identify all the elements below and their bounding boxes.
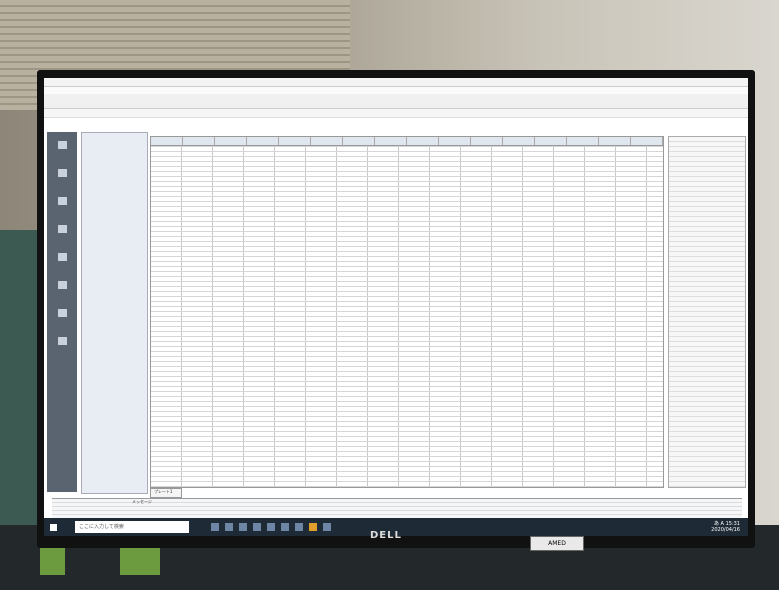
message-pane: メッセージ [52, 498, 742, 518]
taskbar-search-input[interactable]: ここに入力して検索 [75, 521, 189, 533]
nav-item[interactable] [47, 272, 77, 300]
nav-icon [57, 281, 67, 289]
monitor-sticker: AMED [530, 536, 584, 551]
nav-item[interactable] [47, 328, 77, 356]
app-icon[interactable] [309, 523, 317, 531]
secondary-toolbar [44, 109, 748, 118]
sticky-note [120, 545, 160, 575]
app-icon[interactable] [281, 523, 289, 531]
nav-item[interactable] [47, 300, 77, 328]
sticky-note [40, 545, 65, 575]
dell-logo: DELL [370, 530, 402, 541]
windows-start-icon[interactable] [50, 523, 57, 531]
nav-item[interactable] [47, 160, 77, 188]
app-icon[interactable] [295, 523, 303, 531]
nav-item[interactable] [47, 132, 77, 160]
edge-icon[interactable] [225, 523, 233, 531]
nav-icon [57, 253, 67, 261]
monitor-screen: プレート1 メッセージ [44, 78, 748, 518]
app-toolbar [44, 94, 748, 109]
clock-date: 2020/04/16 [711, 527, 740, 533]
nav-item[interactable] [47, 188, 77, 216]
nav-item[interactable] [47, 216, 77, 244]
nav-icon [57, 197, 67, 205]
explorer-icon[interactable] [239, 523, 247, 531]
nav-icon [57, 337, 67, 345]
spreadsheet-grid[interactable] [150, 136, 664, 488]
app-icon[interactable] [323, 523, 331, 531]
nav-icon [57, 309, 67, 317]
folder-tree-panel [81, 132, 148, 494]
sheet-tab-label: プレート1 [154, 489, 173, 494]
store-icon[interactable] [253, 523, 261, 531]
left-navigation [47, 132, 77, 492]
nav-icon [57, 169, 67, 177]
sheet-tab[interactable]: プレート1 [150, 488, 182, 498]
nav-item[interactable] [47, 244, 77, 272]
nav-icon [57, 225, 67, 233]
message-header: メッセージ [132, 499, 152, 504]
app-menubar [44, 87, 748, 94]
nav-icon [57, 141, 67, 149]
system-tray: あ A 15:31 2020/04/16 [711, 521, 740, 533]
app-titlebar [44, 78, 748, 87]
grid-header [151, 137, 663, 146]
task-view-icon[interactable] [211, 523, 219, 531]
mail-icon[interactable] [267, 523, 275, 531]
properties-panel [668, 136, 746, 488]
